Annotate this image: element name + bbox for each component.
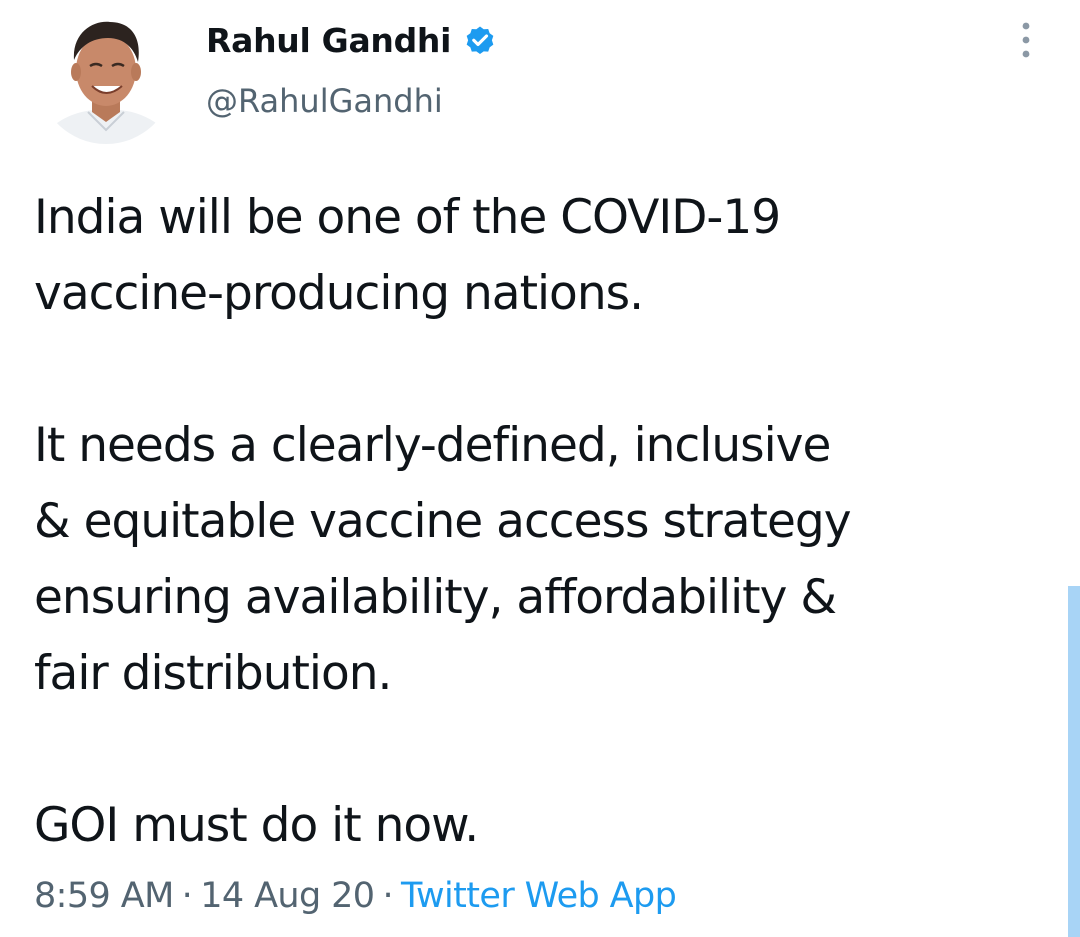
author-row: Rahul Gandhi — [206, 16, 497, 64]
meta-separator: · — [382, 876, 393, 916]
meta-separator: · — [181, 876, 193, 916]
tweet-card: Rahul Gandhi @RahulGandhi India will be … — [0, 0, 1080, 937]
tweet-date[interactable]: 14 Aug 20 — [200, 876, 375, 916]
tweet-text: India will be one of the COVID-19 vaccin… — [34, 180, 1044, 864]
tweet-line: It needs a clearly-defined, inclusive — [34, 418, 831, 473]
author-handle[interactable]: @RahulGandhi — [206, 82, 443, 120]
scrollbar[interactable] — [1068, 586, 1080, 937]
tweet-time[interactable]: 8:59 AM — [34, 876, 174, 916]
tweet-line: & equitable vaccine access strategy — [34, 494, 852, 549]
avatar[interactable] — [38, 8, 174, 144]
tweet-line: fair distribution. — [34, 646, 392, 701]
tweet-meta: 8:59 AM · 14 Aug 20 · Twitter Web App — [34, 876, 677, 916]
profile-photo-icon — [38, 8, 174, 144]
author-name[interactable]: Rahul Gandhi — [206, 21, 451, 60]
tweet-line: vaccine-producing nations. — [34, 266, 644, 321]
verified-badge-icon — [463, 23, 497, 57]
tweet-line: ensuring availability, affordability & — [34, 570, 837, 625]
tweet-line: GOI must do it now. — [34, 798, 479, 853]
more-options-icon[interactable] — [1014, 18, 1038, 62]
tweet-source-link[interactable]: Twitter Web App — [401, 876, 677, 916]
tweet-line: India will be one of the COVID-19 — [34, 190, 781, 245]
